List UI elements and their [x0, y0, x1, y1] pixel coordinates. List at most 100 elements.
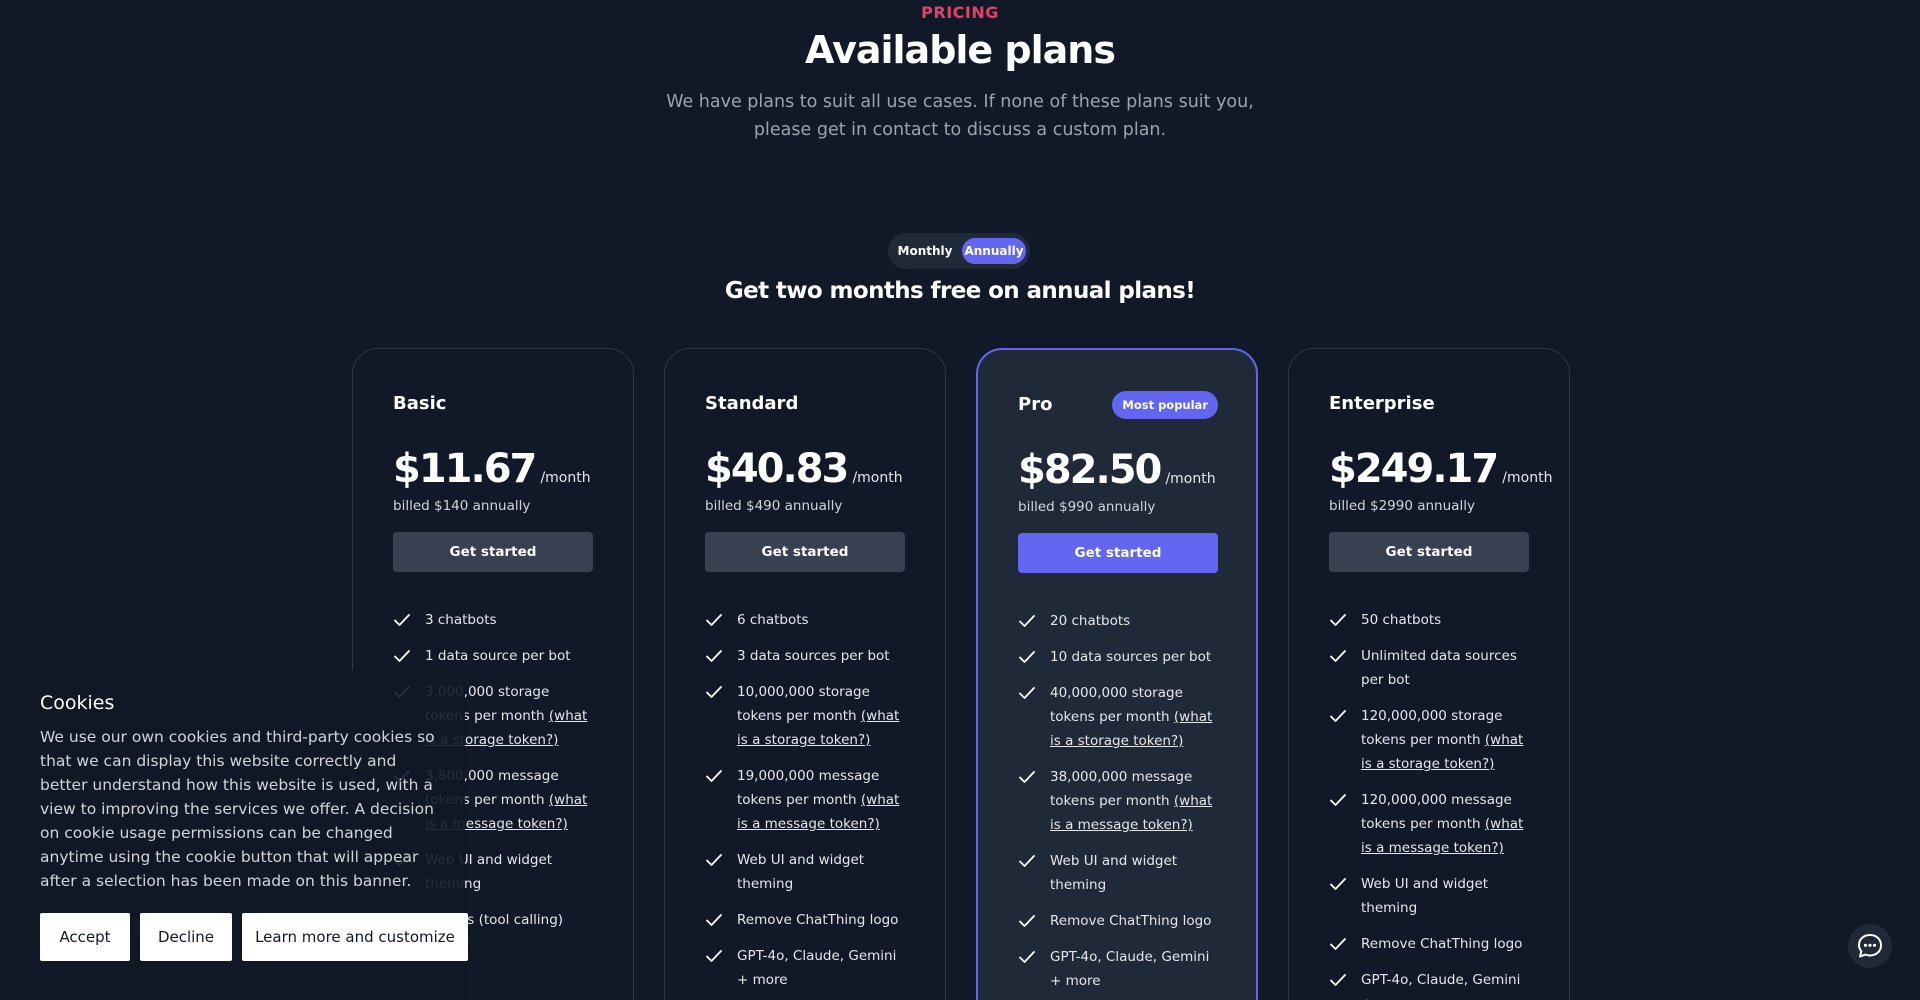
plan-feature-item: 50 chatbots [1329, 608, 1529, 632]
billing-period-toggle[interactable]: Monthly Annually [888, 233, 1030, 269]
pricing-page: PRICING Available plans We have plans to… [0, 0, 1920, 1000]
check-icon [1019, 855, 1035, 867]
plan-billing-note: billed $140 annually [393, 498, 531, 514]
check-icon [706, 854, 722, 866]
feature-text: 38,000,000 message tokens per month [1050, 769, 1193, 809]
cookie-banner: Cookies We use our own cookies and third… [0, 670, 468, 1000]
feature-text: GPT-4o, Claude, Gemini + more [1050, 949, 1210, 989]
feature-text: 3 chatbots [425, 612, 497, 628]
check-icon [394, 614, 410, 626]
plan-feature-item: Web UI and widget theming [1329, 872, 1529, 920]
feature-text: 19,000,000 message tokens per month [737, 768, 880, 808]
cookie-banner-title: Cookies [40, 692, 115, 714]
plan-feature-item: 120,000,000 storage tokens per month (wh… [1329, 704, 1529, 776]
plan-feature-item: 3 chatbots [393, 608, 593, 632]
plan-feature-item: 40,000,000 storage tokens per month (wha… [1018, 681, 1218, 753]
plan-price-row: $249.17 /month [1329, 446, 1552, 492]
plan-feature-item: 20 chatbots [1018, 609, 1218, 633]
plan-price-period: /month [540, 470, 591, 486]
chat-widget-button[interactable] [1848, 924, 1892, 968]
feature-text: 1 data source per bot [425, 648, 571, 664]
plan-price-period: /month [1502, 470, 1553, 486]
check-icon [1019, 771, 1035, 783]
feature-text: 120,000,000 storage tokens per month [1361, 708, 1503, 748]
check-icon [1019, 687, 1035, 699]
plan-price-row: $11.67 /month [393, 446, 593, 492]
plan-billing-note: billed $990 annually [1018, 499, 1156, 515]
plan-feature-item: 19,000,000 message tokens per month (wha… [705, 764, 905, 836]
toggle-option-monthly[interactable]: Monthly [894, 238, 956, 264]
plan-feature-item: 10 data sources per bot [1018, 645, 1218, 669]
check-icon [1330, 614, 1346, 626]
get-started-button[interactable]: Get started [1329, 532, 1529, 572]
plan-feature-item: Remove ChatThing logo [1018, 909, 1218, 933]
feature-text: GPT-4o, Claude, Gemini + more [737, 948, 897, 988]
plan-billing-note: billed $490 annually [705, 498, 843, 514]
check-icon [1330, 650, 1346, 662]
chat-bubble-icon [1858, 934, 1882, 958]
plan-card-standard: Standard $40.83 /month billed $490 annuall… [664, 348, 946, 1000]
plan-card-content: Enterprise $249.17 /month billed $2990 ann… [1329, 392, 1552, 1000]
plan-price: $249.17 [1329, 446, 1499, 492]
plan-card-content: Pro Most popular $82.50 /month billed $990 … [1018, 391, 1218, 1000]
feature-text: Remove ChatThing logo [1050, 913, 1212, 929]
plan-feature-item: 3 data sources per bot [705, 644, 905, 668]
feature-text: Remove ChatThing logo [737, 912, 899, 928]
plan-price-row: $82.50 /month [1018, 447, 1218, 493]
plan-price: $82.50 [1018, 447, 1162, 493]
check-icon [1330, 710, 1346, 722]
plan-price-period: /month [1165, 471, 1216, 487]
plan-name: Enterprise [1329, 393, 1435, 414]
plan-feature-item: Web UI and widget theming [705, 848, 905, 896]
cookie-decline-button[interactable]: Decline [140, 913, 232, 961]
plan-feature-item: Unlimited data sources per bot [1329, 644, 1529, 692]
plan-feature-item: GPT-4o, Claude, Gemini + more [1018, 945, 1218, 993]
check-icon [706, 650, 722, 662]
check-icon [1330, 974, 1346, 986]
feature-text: Web UI and widget theming [1050, 853, 1178, 893]
feature-text: GPT-4o, Claude, Gemini + more [1361, 972, 1521, 1000]
page-title: Available plans [805, 28, 1116, 72]
plan-feature-item: 120,000,000 message tokens per month (wh… [1329, 788, 1529, 860]
cookie-accept-button[interactable]: Accept [40, 913, 130, 961]
cookie-banner-text: We use our own cookies and third-party c… [40, 728, 435, 890]
check-icon [1330, 878, 1346, 890]
get-started-button[interactable]: Get started [1018, 533, 1218, 573]
check-icon [706, 686, 722, 698]
plan-feature-item: GPT-4o, Claude, Gemini + more [1329, 968, 1529, 1000]
plan-card-content: Standard $40.83 /month billed $490 annuall… [705, 392, 905, 1000]
feature-text: 3 data sources per bot [737, 648, 890, 664]
plan-price: $11.67 [393, 446, 537, 492]
plan-feature-item: 1 data source per bot [393, 644, 593, 668]
cookie-customize-button[interactable]: Learn more and customize [242, 913, 468, 961]
plan-feature-item: Remove ChatThing logo [1329, 932, 1529, 956]
feature-text: 10 data sources per bot [1050, 649, 1212, 665]
feature-text: Web UI and widget theming [1361, 876, 1489, 916]
check-icon [706, 914, 722, 926]
check-icon [1019, 615, 1035, 627]
check-icon [706, 950, 722, 962]
feature-text: 10,000,000 storage tokens per month [737, 684, 870, 724]
check-icon [706, 614, 722, 626]
plan-feature-list: 6 chatbots 3 data sources per bot 10,000,0… [705, 608, 905, 992]
feature-text: 50 chatbots [1361, 612, 1442, 628]
plan-card-pro: Pro Most popular $82.50 /month billed $990 … [976, 348, 1258, 1000]
plan-card-enterprise: Enterprise $249.17 /month billed $2990 ann… [1288, 348, 1570, 1000]
plan-feature-item: 6 chatbots [705, 608, 905, 632]
plan-feature-item: Web UI and widget theming [1018, 849, 1218, 897]
check-icon [1330, 794, 1346, 806]
feature-text: 20 chatbots [1050, 613, 1131, 629]
get-started-button[interactable]: Get started [393, 532, 593, 572]
check-icon [394, 650, 410, 662]
get-started-button[interactable]: Get started [705, 532, 905, 572]
plan-feature-item: GPT-4o, Claude, Gemini + more [705, 944, 905, 992]
plan-feature-item: 38,000,000 message tokens per month (wha… [1018, 765, 1218, 837]
feature-text: Remove ChatThing logo [1361, 936, 1523, 952]
feature-text: Unlimited data sources per bot [1361, 648, 1517, 688]
plan-feature-list: 50 chatbots Unlimited data sources per bo… [1329, 608, 1529, 1000]
check-icon [1019, 951, 1035, 963]
check-icon [1019, 651, 1035, 663]
plan-price-row: $40.83 /month [705, 446, 905, 492]
most-popular-badge: Most popular [1112, 391, 1218, 419]
toggle-option-annually[interactable]: Annually [962, 238, 1026, 264]
